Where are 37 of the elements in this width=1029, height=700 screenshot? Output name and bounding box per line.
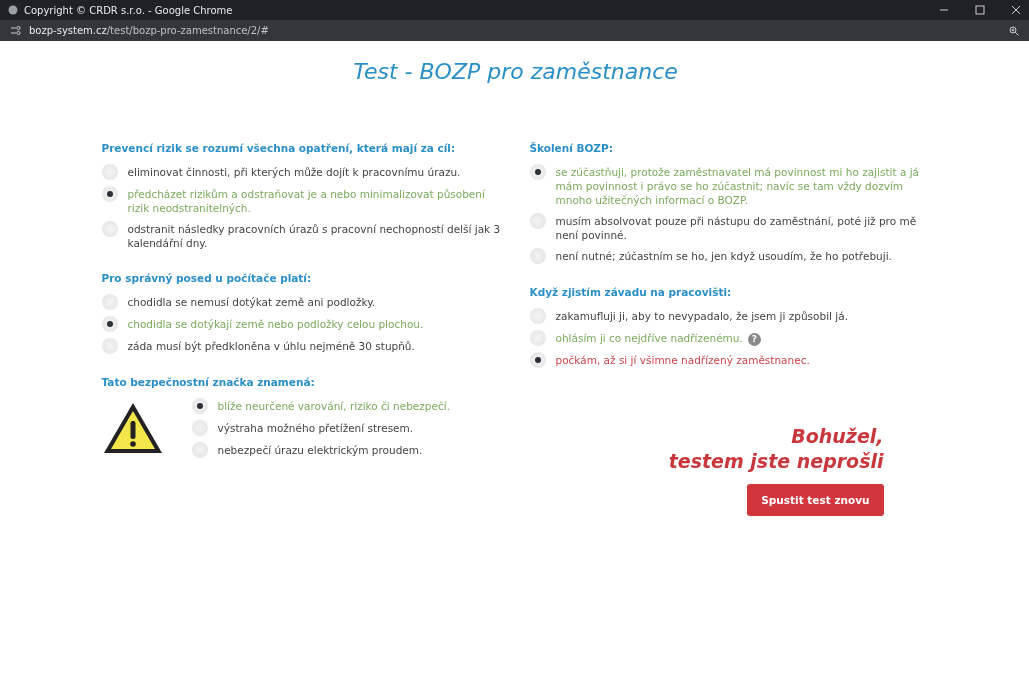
radio-button[interactable] xyxy=(101,316,118,332)
answer-text: odstranit následky pracovních úrazů s pracovní nechopností delší jak 3 kalendářní dny. xyxy=(127,222,502,250)
answer-text: není nutné; zúčastním se ho, jen když usoudím, že ho potřebuji. xyxy=(555,249,892,263)
site-settings-icon[interactable] xyxy=(10,26,21,35)
answer-text: chodidla se dotýkají země nebo podložky celou plochou. xyxy=(127,317,424,331)
radio-button[interactable] xyxy=(191,398,208,414)
restart-test-button[interactable]: Spustit test znovu xyxy=(747,484,884,516)
question-title: Školení BOZP: xyxy=(529,142,614,154)
help-icon[interactable]: ? xyxy=(747,332,761,346)
answer-text: počkám, až si jí všimne nadřízený zaměstnanec. xyxy=(555,353,810,367)
answer-text: se zúčastňuji, protože zaměstnavatel má povinnost mi ho zajistit a já mám povinnost i právo se ho zúčastnit; navíc se tam vždy dozvím mnoho užitečných informací o BOZP. xyxy=(555,165,920,207)
answer-text: blíže neurčené varování, riziko či nebezpečí. xyxy=(217,399,450,413)
answer-text: ohlásím ji co nejdříve nadřízenému. ? xyxy=(555,330,761,346)
answer-text: výstraha možného přetížení stresem. xyxy=(217,421,414,435)
url-text[interactable]: bozp-system.cz/test/bozp-pro-zamestnance/2/# xyxy=(29,25,269,36)
answer-text: zakamufluji ji, aby to nevypadalo, že jsem ji způsobil já. xyxy=(555,309,849,323)
maximize-icon[interactable] xyxy=(975,5,985,15)
question-title: Pro správný posed u počítače platí: xyxy=(101,272,313,284)
result-message: Bohužel, testem jste neprošli xyxy=(668,424,884,474)
page-title: Test - BOZP pro zaměstnance xyxy=(353,59,678,84)
question-title: Prevencí rizik se rozumí všechna opatření, která mají za cíl: xyxy=(101,142,457,154)
radio-button[interactable] xyxy=(101,186,118,202)
question-title: Když zjistím závadu na pracovišti: xyxy=(529,286,733,298)
answer-text: předcházet rizikům a odstraňovat je a nebo minimalizovat působení rizik neodstranitelných. xyxy=(127,187,486,215)
warning-sign-icon xyxy=(101,401,164,455)
radio-button[interactable] xyxy=(529,164,546,180)
radio-button[interactable] xyxy=(529,352,546,368)
window-title: Copyright © CRDR s.r.o. - Google Chrome xyxy=(24,4,233,16)
answer-text: záda musí být předkloněna v úhlu nejméně 30 stupňů. xyxy=(127,339,415,353)
answer-text: musím absolvovat pouze při nástupu do zaměstnání, poté již pro mě není povinné. xyxy=(555,214,918,242)
answer-text: chodidla se nemusí dotýkat země ani podložky. xyxy=(127,295,376,309)
close-icon[interactable] xyxy=(1011,5,1021,15)
globe-icon xyxy=(8,5,18,15)
answer-text: nebezpečí úrazu elektrickým proudem. xyxy=(217,443,423,457)
answer-text: eliminovat činnosti, při kterých může dojít k pracovnímu úrazu. xyxy=(127,165,461,179)
question-title: Tato bezpečnostní značka znamená: xyxy=(101,376,316,388)
zoom-icon[interactable] xyxy=(1009,25,1019,36)
